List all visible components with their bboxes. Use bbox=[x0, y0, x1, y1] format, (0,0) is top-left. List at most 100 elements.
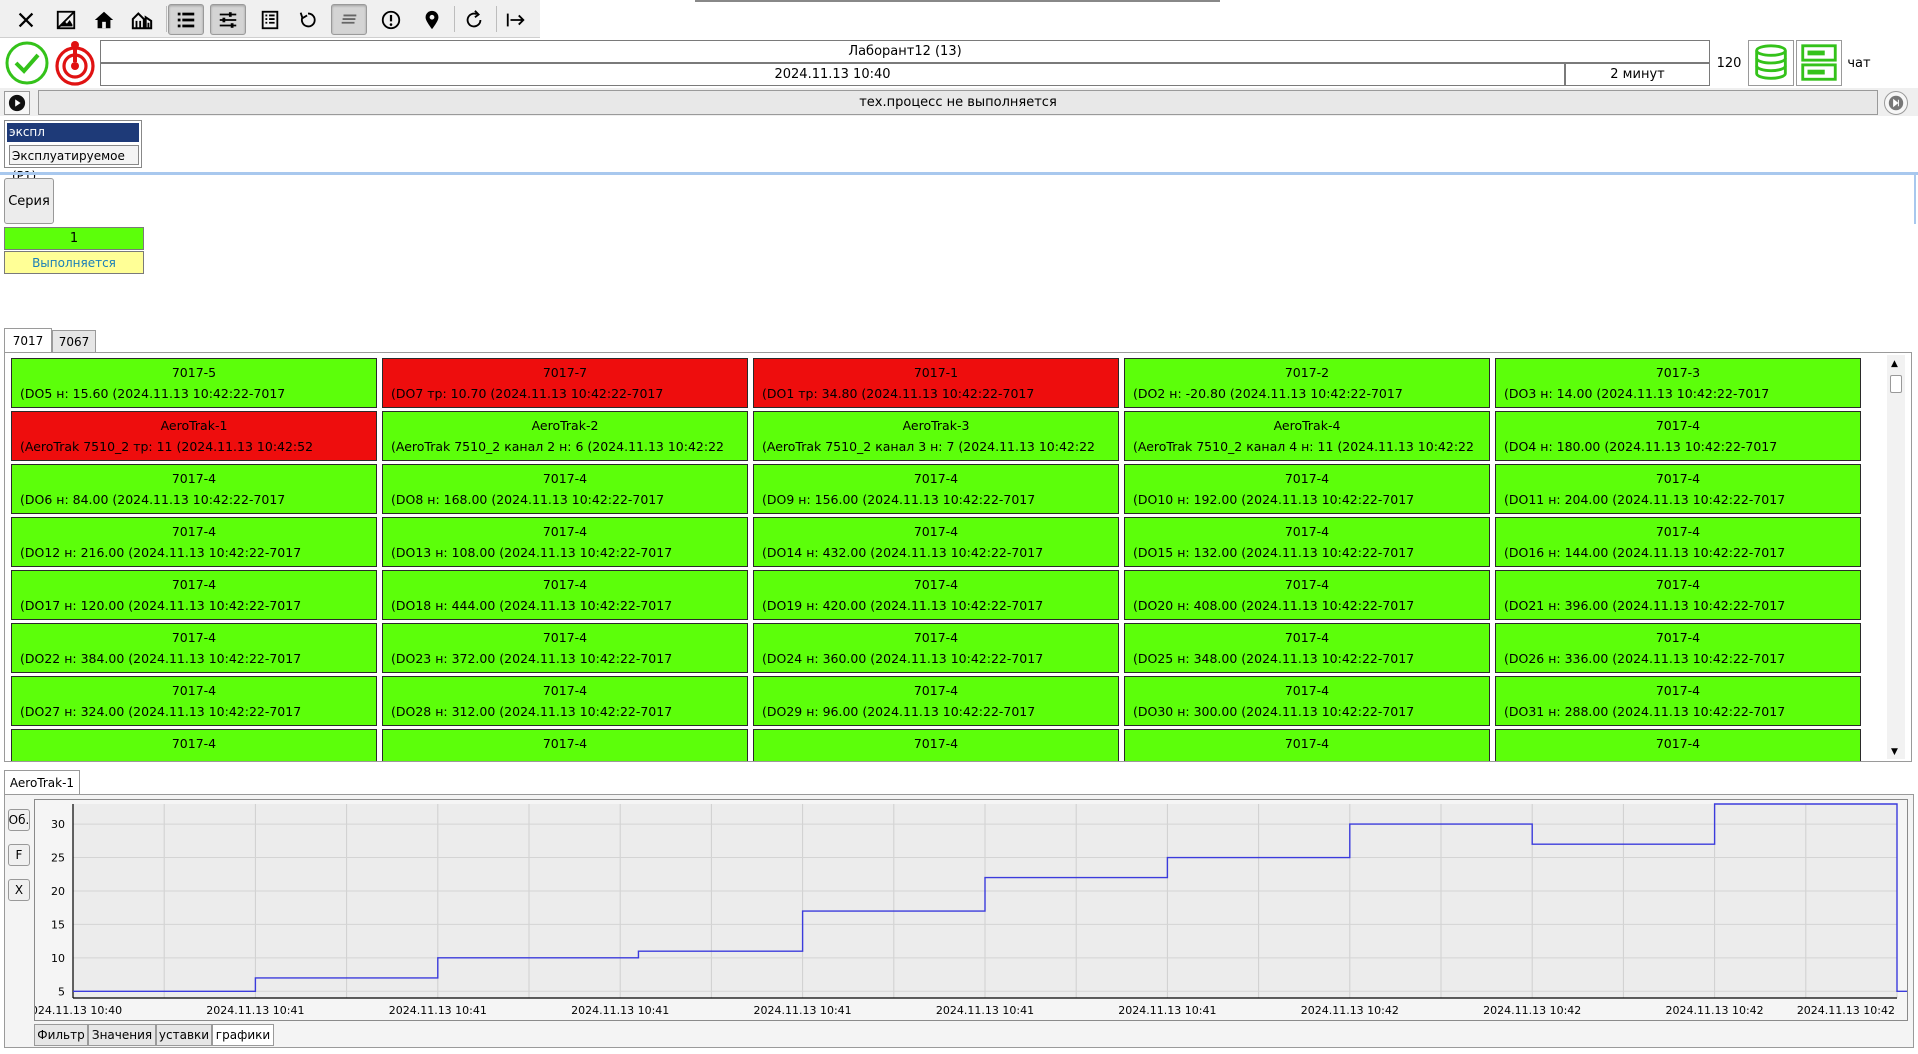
close-icon[interactable] bbox=[8, 4, 44, 35]
sensor-tile[interactable]: 7017-4 (DO16 н: 144.00 (2024.11.13 10:42:… bbox=[1495, 517, 1861, 567]
sensor-tile-detail: (DO17 н: 120.00 (2024.11.13 10:42:22-701… bbox=[20, 598, 302, 613]
sensor-tile-detail: (DO19 н: 420.00 (2024.11.13 10:42:22-701… bbox=[762, 598, 1044, 613]
alarm-siren-icon[interactable] bbox=[52, 40, 98, 86]
sensor-tile[interactable]: AeroTrak-4 (AeroTrak 7510_2 канал 4 н: 11… bbox=[1124, 411, 1490, 461]
sensor-tile-title: 7017-4 bbox=[1655, 577, 1701, 592]
tab-7067[interactable]: 7067 bbox=[52, 330, 96, 352]
notes-icon[interactable] bbox=[331, 4, 367, 35]
table-icon[interactable] bbox=[252, 4, 288, 35]
sensor-tile[interactable]: 7017-4 (DO14 н: 432.00 (2024.11.13 10:42:… bbox=[753, 517, 1119, 567]
sensor-tile-title: 7017-4 bbox=[1655, 630, 1701, 645]
sensor-tile[interactable]: 7017-4 (DO19 н: 420.00 (2024.11.13 10:42:… bbox=[753, 570, 1119, 620]
sensor-tile[interactable]: 7017-4 (DO9 н: 156.00 (2024.11.13 10:42:2… bbox=[753, 464, 1119, 514]
image-off-icon[interactable] bbox=[48, 4, 84, 35]
series-number[interactable]: 1 bbox=[4, 227, 144, 250]
sensor-tile[interactable]: 7017-4 (DO10 н: 192.00 (2024.11.13 10:42:… bbox=[1124, 464, 1490, 514]
sensor-tile-detail: (DO25 н: 348.00 (2024.11.13 10:42:22-701… bbox=[1133, 651, 1415, 666]
window-title-rule bbox=[695, 0, 1220, 2]
chart-filter-button[interactable]: F bbox=[8, 844, 30, 866]
dashboard-icon[interactable] bbox=[124, 4, 160, 35]
sensor-tile-title: 7017-5 bbox=[171, 365, 217, 380]
sensor-tile[interactable]: 7017-4 (DO30 н: 300.00 (2024.11.13 10:42:… bbox=[1124, 676, 1490, 726]
sensor-tile[interactable]: 7017-4 (DO31 н: 288.00 (2024.11.13 10:42:… bbox=[1495, 676, 1861, 726]
sensor-tile[interactable]: 7017-4 bbox=[11, 729, 377, 761]
sensor-tile-title: 7017-4 bbox=[171, 471, 217, 486]
sensor-tile[interactable]: 7017-4 (DO25 н: 348.00 (2024.11.13 10:42:… bbox=[1124, 623, 1490, 673]
sensor-tile[interactable]: 7017-4 bbox=[1495, 729, 1861, 761]
tab-setpoints[interactable]: уставки bbox=[156, 1024, 212, 1046]
sensor-tile[interactable]: 7017-4 (DO12 н: 216.00 (2024.11.13 10:42:… bbox=[11, 517, 377, 567]
tab-graphs[interactable]: графики bbox=[212, 1024, 274, 1046]
sensor-tile-title: 7017-4 bbox=[1655, 418, 1701, 433]
sensor-tile[interactable]: 7017-4 (DO24 н: 360.00 (2024.11.13 10:42:… bbox=[753, 623, 1119, 673]
sensor-tile-title: 7017-2 bbox=[1284, 365, 1330, 380]
sensor-tile-detail: (DO21 н: 396.00 (2024.11.13 10:42:22-701… bbox=[1504, 598, 1786, 613]
sensor-tile-detail: (DO23 н: 372.00 (2024.11.13 10:42:22-701… bbox=[391, 651, 673, 666]
sensor-tile[interactable]: AeroTrak-1 (AeroTrak 7510_2 тр: 11 (2024.… bbox=[11, 411, 377, 461]
sensor-scrollbar[interactable]: ▲ ▼ bbox=[1887, 355, 1905, 759]
sensor-tile[interactable]: 7017-4 bbox=[753, 729, 1119, 761]
sensor-tile[interactable]: 7017-4 (DO20 н: 408.00 (2024.11.13 10:42:… bbox=[1124, 570, 1490, 620]
sensor-tile[interactable]: 7017-4 (DO15 н: 132.00 (2024.11.13 10:42:… bbox=[1124, 517, 1490, 567]
tab-values[interactable]: Значения bbox=[88, 1024, 156, 1046]
sensor-tile[interactable]: 7017-7 (DO7 тр: 10.70 (2024.11.13 10:42:2… bbox=[382, 358, 748, 408]
home-icon[interactable] bbox=[86, 4, 122, 35]
sensor-tile-title: 7017-4 bbox=[171, 524, 217, 539]
sensor-tile[interactable]: 7017-4 bbox=[1124, 729, 1490, 761]
sensor-tile[interactable]: 7017-4 (DO13 н: 108.00 (2024.11.13 10:42:… bbox=[382, 517, 748, 567]
x-tick-label: 2024.11.13 10:41 bbox=[571, 1004, 669, 1017]
sensor-tile[interactable]: 7017-4 (DO29 н: 96.00 (2024.11.13 10:42:2… bbox=[753, 676, 1119, 726]
refresh-interval[interactable]: 2 минут bbox=[1565, 63, 1710, 86]
sensor-tile[interactable]: 7017-4 (DO22 н: 384.00 (2024.11.13 10:42:… bbox=[11, 623, 377, 673]
sensor-tile[interactable]: 7017-1 (DO1 тр: 34.80 (2024.11.13 10:42:2… bbox=[753, 358, 1119, 408]
sensor-tile[interactable]: 7017-2 (DO2 н: -20.80 (2024.11.13 10:42:2… bbox=[1124, 358, 1490, 408]
sensor-tile-title: 7017-4 bbox=[1284, 683, 1330, 698]
mode-value[interactable]: Эксплуатируемое (P1) bbox=[9, 145, 139, 183]
chart-close-button[interactable]: X bbox=[8, 879, 30, 901]
operation-mode-box[interactable]: экспл Эксплуатируемое (P1) bbox=[4, 120, 142, 183]
sensor-tile[interactable]: 7017-3 (DO3 н: 14.00 (2024.11.13 10:42:22… bbox=[1495, 358, 1861, 408]
location-pin-icon[interactable] bbox=[414, 4, 450, 35]
scroll-down-icon[interactable]: ▼ bbox=[1891, 747, 1898, 757]
sensor-tile[interactable]: 7017-4 bbox=[382, 729, 748, 761]
sensor-tile[interactable]: 7017-4 (DO4 н: 180.00 (2024.11.13 10:42:2… bbox=[1495, 411, 1861, 461]
sensor-tile[interactable]: 7017-4 (DO18 н: 444.00 (2024.11.13 10:42:… bbox=[382, 570, 748, 620]
scroll-thumb[interactable] bbox=[1890, 375, 1902, 393]
sensor-tile[interactable]: 7017-4 (DO6 н: 84.00 (2024.11.13 10:42:22… bbox=[11, 464, 377, 514]
chart-overview-button[interactable]: Об. bbox=[8, 809, 30, 831]
scroll-up-icon[interactable]: ▲ bbox=[1891, 359, 1898, 369]
sliders-icon[interactable] bbox=[210, 4, 246, 35]
sensor-tile[interactable]: AeroTrak-3 (AeroTrak 7510_2 канал 3 н: 7 … bbox=[753, 411, 1119, 461]
sensor-tile[interactable]: 7017-4 (DO27 н: 324.00 (2024.11.13 10:42:… bbox=[11, 676, 377, 726]
sensor-tile-detail: (DO26 н: 336.00 (2024.11.13 10:42:22-701… bbox=[1504, 651, 1786, 666]
sensor-tile[interactable]: 7017-4 (DO23 н: 372.00 (2024.11.13 10:42:… bbox=[382, 623, 748, 673]
sensor-tile[interactable]: 7017-4 (DO28 н: 312.00 (2024.11.13 10:42:… bbox=[382, 676, 748, 726]
series-button[interactable]: Серия bbox=[4, 178, 54, 224]
chat-button[interactable]: чат bbox=[1800, 40, 1918, 86]
sensor-tile[interactable]: 7017-4 (DO17 н: 120.00 (2024.11.13 10:42:… bbox=[11, 570, 377, 620]
connection-ok-icon[interactable] bbox=[4, 40, 50, 86]
tab-chart-aerotrak[interactable]: AeroTrak-1 bbox=[4, 770, 80, 794]
tab-7017[interactable]: 7017 bbox=[4, 328, 52, 352]
reload-icon[interactable] bbox=[456, 4, 492, 35]
sensor-tile-title: 7017-4 bbox=[1655, 683, 1701, 698]
play-step-icon[interactable] bbox=[1884, 91, 1908, 115]
exit-icon[interactable] bbox=[498, 4, 534, 35]
sensor-tile[interactable]: 7017-4 (DO26 н: 336.00 (2024.11.13 10:42:… bbox=[1495, 623, 1861, 673]
play-icon[interactable] bbox=[4, 91, 30, 115]
sensor-tile[interactable]: 7017-4 (DO21 н: 396.00 (2024.11.13 10:42:… bbox=[1495, 570, 1861, 620]
sensor-tile-detail: (DO13 н: 108.00 (2024.11.13 10:42:22-701… bbox=[391, 545, 673, 560]
sensor-tile-detail: (DO18 н: 444.00 (2024.11.13 10:42:22-701… bbox=[391, 598, 673, 613]
sensor-tile[interactable]: 7017-4 (DO8 н: 168.00 (2024.11.13 10:42:2… bbox=[382, 464, 748, 514]
database-icon[interactable] bbox=[1748, 40, 1794, 86]
sensor-tile[interactable]: 7017-5 (DO5 н: 15.60 (2024.11.13 10:42:22… bbox=[11, 358, 377, 408]
sensor-tile-detail: (AeroTrak 7510_2 тр: 11 (2024.11.13 10:4… bbox=[20, 439, 314, 454]
sensor-tile-detail: (DO16 н: 144.00 (2024.11.13 10:42:22-701… bbox=[1504, 545, 1786, 560]
sensor-tile[interactable]: AeroTrak-2 (AeroTrak 7510_2 канал 2 н: 6 … bbox=[382, 411, 748, 461]
aerotrak-chart[interactable]: 5 10 15 20 25 30 2024.11.13 10:40 2024.11.13 10… bbox=[24, 800, 1918, 1020]
refresh-ccw-icon[interactable] bbox=[290, 4, 326, 35]
tab-filter[interactable]: Фильтр bbox=[34, 1024, 88, 1046]
sensor-tile[interactable]: 7017-4 (DO11 н: 204.00 (2024.11.13 10:42:… bbox=[1495, 464, 1861, 514]
list-icon[interactable] bbox=[168, 4, 204, 35]
alert-icon[interactable] bbox=[373, 4, 409, 35]
